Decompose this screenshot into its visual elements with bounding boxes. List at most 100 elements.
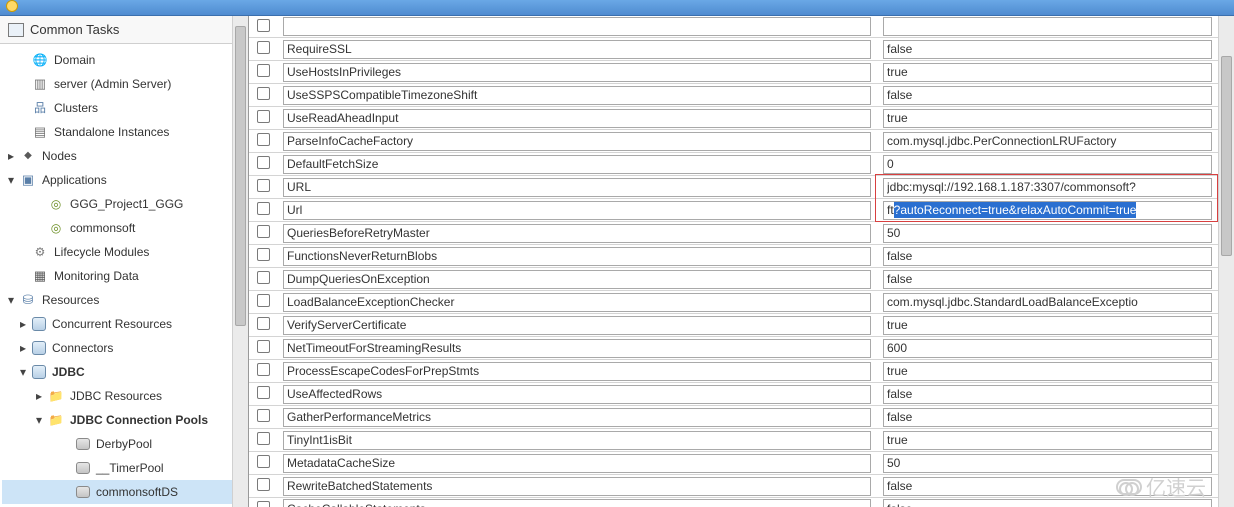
row-select-checkbox[interactable] [257, 225, 270, 238]
property-value-input[interactable] [883, 270, 1212, 289]
sidebar: Common Tasks Domainserver (Admin Server)… [0, 16, 249, 507]
row-select-checkbox[interactable] [257, 87, 270, 100]
property-value-input[interactable] [883, 408, 1212, 427]
sidebar-scrollbar-thumb[interactable] [235, 26, 246, 326]
property-value-input[interactable] [883, 454, 1212, 473]
property-name-input[interactable] [283, 109, 871, 128]
row-select-checkbox[interactable] [257, 133, 270, 146]
tree-node[interactable]: Domain [2, 48, 232, 72]
collapse-icon[interactable]: ▾ [6, 295, 16, 305]
property-name-input[interactable] [283, 17, 871, 36]
tree-node[interactable]: ▸JDBC Resources [2, 384, 232, 408]
folder-icon [48, 388, 64, 404]
expand-icon[interactable]: ▸ [18, 319, 28, 329]
row-select-checkbox[interactable] [257, 156, 270, 169]
expand-icon[interactable]: ▸ [6, 151, 16, 161]
tree-node[interactable]: ▸Nodes [2, 144, 232, 168]
property-name-input[interactable] [283, 339, 871, 358]
property-value-input[interactable] [883, 109, 1212, 128]
tree-node[interactable]: ▾Applications [2, 168, 232, 192]
tree-node[interactable]: Clusters [2, 96, 232, 120]
property-value-input[interactable] [883, 40, 1212, 59]
property-row: ft?autoReconnect=true&relaxAutoCommit=tr… [249, 199, 1218, 222]
row-select-checkbox[interactable] [257, 317, 270, 330]
row-select-checkbox[interactable] [257, 110, 270, 123]
property-name-input[interactable] [283, 63, 871, 82]
property-value-input[interactable] [883, 362, 1212, 381]
tree-node[interactable]: ▾JDBC [2, 360, 232, 384]
tree-node[interactable]: GGG_Project1_GGG [2, 192, 232, 216]
row-select-checkbox[interactable] [257, 19, 270, 32]
tree-node[interactable]: commonsoftDS [2, 480, 232, 504]
tree-node[interactable]: commonsoft [2, 216, 232, 240]
tree-node[interactable]: ▸Connectors [2, 336, 232, 360]
row-select-checkbox[interactable] [257, 340, 270, 353]
sidebar-scrollbar[interactable] [232, 16, 248, 507]
property-value-input[interactable] [883, 132, 1212, 151]
property-name-input[interactable] [283, 431, 871, 450]
property-row [249, 16, 1218, 38]
tree-node[interactable]: ▾Resources [2, 288, 232, 312]
expand-icon[interactable]: ▸ [18, 343, 28, 353]
row-select-checkbox[interactable] [257, 409, 270, 422]
row-select-checkbox[interactable] [257, 41, 270, 54]
property-value-input[interactable] [883, 316, 1212, 335]
content-scrollbar-thumb[interactable] [1221, 56, 1232, 256]
content-scrollbar[interactable] [1218, 16, 1234, 507]
property-name-input[interactable] [283, 270, 871, 289]
property-value-input[interactable] [883, 224, 1212, 243]
tree-node[interactable]: Lifecycle Modules [2, 240, 232, 264]
row-select-checkbox[interactable] [257, 478, 270, 491]
property-name-input[interactable] [283, 385, 871, 404]
property-name-input[interactable] [283, 477, 871, 496]
property-name-input[interactable] [283, 316, 871, 335]
row-select-checkbox[interactable] [257, 455, 270, 468]
row-select-checkbox[interactable] [257, 64, 270, 77]
property-value-input[interactable] [883, 63, 1212, 82]
tree-node[interactable]: ▸Concurrent Resources [2, 312, 232, 336]
property-name-input[interactable] [283, 408, 871, 427]
row-select-checkbox[interactable] [257, 202, 270, 215]
row-select-checkbox[interactable] [257, 248, 270, 261]
property-name-input[interactable] [283, 293, 871, 312]
property-value-input[interactable] [883, 385, 1212, 404]
property-name-input[interactable] [283, 499, 871, 507]
property-value-input[interactable]: ft?autoReconnect=true&relaxAutoCommit=tr… [883, 201, 1212, 220]
tree-node[interactable]: Monitoring Data [2, 264, 232, 288]
tree-node[interactable]: __TimerPool [2, 456, 232, 480]
collapse-icon[interactable]: ▾ [6, 175, 16, 185]
property-value-input[interactable] [883, 178, 1212, 197]
property-value-input[interactable] [883, 86, 1212, 105]
row-select-checkbox[interactable] [257, 294, 270, 307]
collapse-icon[interactable]: ▾ [34, 415, 44, 425]
tree-node[interactable]: ▾JDBC Connection Pools [2, 408, 232, 432]
property-name-input[interactable] [283, 86, 871, 105]
property-name-input[interactable] [283, 132, 871, 151]
property-name-input[interactable] [283, 454, 871, 473]
property-value-input[interactable] [883, 293, 1212, 312]
property-name-input[interactable] [283, 40, 871, 59]
row-select-checkbox[interactable] [257, 432, 270, 445]
property-name-input[interactable] [283, 155, 871, 174]
row-select-checkbox[interactable] [257, 179, 270, 192]
expand-icon[interactable]: ▸ [34, 391, 44, 401]
row-select-checkbox[interactable] [257, 386, 270, 399]
row-select-checkbox[interactable] [257, 501, 270, 507]
property-name-input[interactable] [283, 178, 871, 197]
property-value-input[interactable] [883, 247, 1212, 266]
property-name-input[interactable] [283, 201, 871, 220]
tree-node[interactable]: server (Admin Server) [2, 72, 232, 96]
tree-node[interactable]: DerbyPool [2, 432, 232, 456]
property-value-input[interactable] [883, 155, 1212, 174]
barrel-icon [32, 365, 46, 379]
property-value-input[interactable] [883, 431, 1212, 450]
property-name-input[interactable] [283, 362, 871, 381]
collapse-icon[interactable]: ▾ [18, 367, 28, 377]
property-name-input[interactable] [283, 247, 871, 266]
property-name-input[interactable] [283, 224, 871, 243]
tree-node[interactable]: Standalone Instances [2, 120, 232, 144]
property-value-input[interactable] [883, 339, 1212, 358]
property-value-input[interactable] [883, 17, 1212, 36]
row-select-checkbox[interactable] [257, 271, 270, 284]
row-select-checkbox[interactable] [257, 363, 270, 376]
